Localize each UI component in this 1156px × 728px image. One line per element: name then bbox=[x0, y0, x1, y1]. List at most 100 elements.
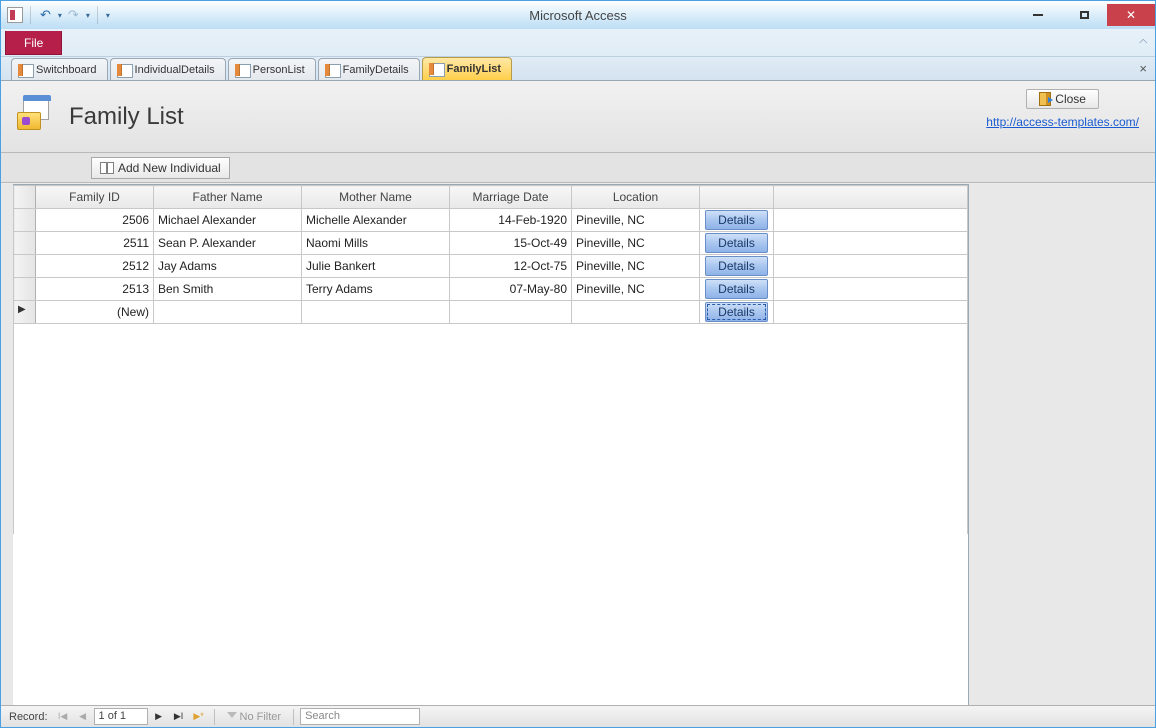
cell-details: Details bbox=[700, 232, 774, 255]
row-selector[interactable] bbox=[14, 232, 36, 255]
table-row: 2513 Ben Smith Terry Adams 07-May-80 Pin… bbox=[14, 278, 968, 301]
cell-mother[interactable]: Terry Adams bbox=[302, 278, 450, 301]
minimize-button[interactable] bbox=[1015, 4, 1061, 26]
cell-filler bbox=[774, 209, 968, 232]
form-icon bbox=[325, 64, 339, 76]
close-label: Close bbox=[1055, 92, 1086, 106]
cell-filler bbox=[774, 255, 968, 278]
record-label: Record: bbox=[5, 711, 52, 723]
cell-location[interactable]: Pineville, NC bbox=[572, 278, 700, 301]
col-father-name[interactable]: Father Name bbox=[154, 186, 302, 209]
qat-customize[interactable]: ▾ bbox=[105, 11, 110, 20]
cell-empty[interactable] bbox=[572, 301, 700, 324]
cell-location[interactable]: Pineville, NC bbox=[572, 209, 700, 232]
tab-switchboard[interactable]: Switchboard bbox=[11, 58, 108, 80]
last-record-button[interactable]: ▶I bbox=[170, 708, 188, 726]
cell-filler bbox=[774, 232, 968, 255]
first-record-button[interactable]: I◀ bbox=[54, 708, 72, 726]
window-title: Microsoft Access bbox=[1, 8, 1155, 23]
next-record-button[interactable]: ▶ bbox=[150, 708, 168, 726]
cell-family-id[interactable]: 2511 bbox=[36, 232, 154, 255]
cell-empty[interactable] bbox=[302, 301, 450, 324]
cell-mother[interactable]: Michelle Alexander bbox=[302, 209, 450, 232]
header-row: Family ID Father Name Mother Name Marria… bbox=[14, 186, 968, 209]
form-icon bbox=[235, 64, 249, 76]
cell-empty[interactable] bbox=[154, 301, 302, 324]
cell-location[interactable]: Pineville, NC bbox=[572, 232, 700, 255]
cell-father[interactable]: Ben Smith bbox=[154, 278, 302, 301]
row-selector-header[interactable] bbox=[14, 186, 36, 209]
details-button[interactable]: Details bbox=[705, 302, 768, 322]
details-button[interactable]: Details bbox=[705, 210, 768, 230]
tab-label: Switchboard bbox=[36, 64, 97, 76]
window-close-button[interactable] bbox=[1107, 4, 1155, 26]
quick-access-toolbar: ↶ ▾ ↷ ▾ ▾ bbox=[1, 6, 110, 24]
cell-details: Details bbox=[700, 301, 774, 324]
redo-button[interactable]: ↷ bbox=[66, 7, 81, 23]
col-family-id[interactable]: Family ID bbox=[36, 186, 154, 209]
details-button[interactable]: Details bbox=[705, 279, 768, 299]
cell-father[interactable]: Jay Adams bbox=[154, 255, 302, 278]
cell-details: Details bbox=[700, 255, 774, 278]
cell-mother[interactable]: Naomi Mills bbox=[302, 232, 450, 255]
cell-date[interactable]: 12-Oct-75 bbox=[450, 255, 572, 278]
redo-dropdown[interactable]: ▾ bbox=[85, 11, 90, 20]
row-selector[interactable] bbox=[14, 209, 36, 232]
maximize-button[interactable] bbox=[1061, 4, 1107, 26]
details-button[interactable]: Details bbox=[705, 256, 768, 276]
separator bbox=[293, 709, 294, 725]
no-filter-label: No Filter bbox=[240, 711, 282, 723]
cell-date[interactable]: 14-Feb-1920 bbox=[450, 209, 572, 232]
close-form-button[interactable]: Close bbox=[1026, 89, 1099, 109]
record-navigator: Record: I◀ ◀ 1 of 1 ▶ ▶I ▶* No Filter Se… bbox=[1, 705, 1155, 727]
cell-empty[interactable] bbox=[450, 301, 572, 324]
prev-record-button[interactable]: ◀ bbox=[74, 708, 92, 726]
cell-father[interactable]: Michael Alexander bbox=[154, 209, 302, 232]
row-selector[interactable] bbox=[14, 278, 36, 301]
book-icon bbox=[100, 162, 114, 174]
cell-family-id[interactable]: 2512 bbox=[36, 255, 154, 278]
cell-date[interactable]: 07-May-80 bbox=[450, 278, 572, 301]
row-selector-current[interactable] bbox=[14, 301, 36, 324]
col-location[interactable]: Location bbox=[572, 186, 700, 209]
col-marriage-date[interactable]: Marriage Date bbox=[450, 186, 572, 209]
family-list-icon bbox=[17, 98, 55, 136]
blank-area bbox=[14, 324, 968, 534]
file-tab[interactable]: File bbox=[5, 31, 62, 55]
tab-familydetails[interactable]: FamilyDetails bbox=[318, 58, 420, 80]
col-details bbox=[700, 186, 774, 209]
cell-father[interactable]: Sean P. Alexander bbox=[154, 232, 302, 255]
new-record-button[interactable]: ▶* bbox=[190, 708, 208, 726]
tab-familylist[interactable]: FamilyList bbox=[422, 57, 512, 80]
tab-individualdetails[interactable]: IndividualDetails bbox=[110, 58, 226, 80]
tab-close-button[interactable]: × bbox=[1139, 61, 1147, 76]
undo-dropdown[interactable]: ▾ bbox=[57, 11, 62, 20]
tab-label: PersonList bbox=[253, 64, 305, 76]
separator bbox=[30, 6, 31, 24]
no-filter-indicator[interactable]: No Filter bbox=[221, 711, 288, 723]
ribbon-row: File ⌵ bbox=[1, 29, 1155, 57]
cell-filler bbox=[774, 278, 968, 301]
document-tab-bar: Switchboard IndividualDetails PersonList… bbox=[1, 57, 1155, 81]
search-box[interactable]: Search bbox=[300, 708, 420, 725]
cell-date[interactable]: 15-Oct-49 bbox=[450, 232, 572, 255]
cell-family-id[interactable]: 2513 bbox=[36, 278, 154, 301]
datasheet-wrap: Family ID Father Name Mother Name Marria… bbox=[1, 184, 1155, 705]
form-header: Family List Close http://access-template… bbox=[1, 81, 1155, 153]
cell-details: Details bbox=[700, 209, 774, 232]
ribbon-collapse-icon[interactable]: ⌵ bbox=[1139, 35, 1147, 48]
col-mother-name[interactable]: Mother Name bbox=[302, 186, 450, 209]
add-individual-button[interactable]: Add New Individual bbox=[91, 157, 230, 179]
cell-mother[interactable]: Julie Bankert bbox=[302, 255, 450, 278]
record-position[interactable]: 1 of 1 bbox=[94, 708, 148, 725]
cell-location[interactable]: Pineville, NC bbox=[572, 255, 700, 278]
row-selector[interactable] bbox=[14, 255, 36, 278]
add-label: Add New Individual bbox=[118, 161, 221, 175]
cell-family-id[interactable]: 2506 bbox=[36, 209, 154, 232]
details-button[interactable]: Details bbox=[705, 233, 768, 253]
cell-new-label[interactable]: (New) bbox=[36, 301, 154, 324]
undo-button[interactable]: ↶ bbox=[38, 7, 53, 23]
tab-personlist[interactable]: PersonList bbox=[228, 58, 316, 80]
app-window: ↶ ▾ ↷ ▾ ▾ Microsoft Access File ⌵ Switchbo… bbox=[0, 0, 1156, 728]
template-link[interactable]: http://access-templates.com/ bbox=[986, 115, 1139, 129]
